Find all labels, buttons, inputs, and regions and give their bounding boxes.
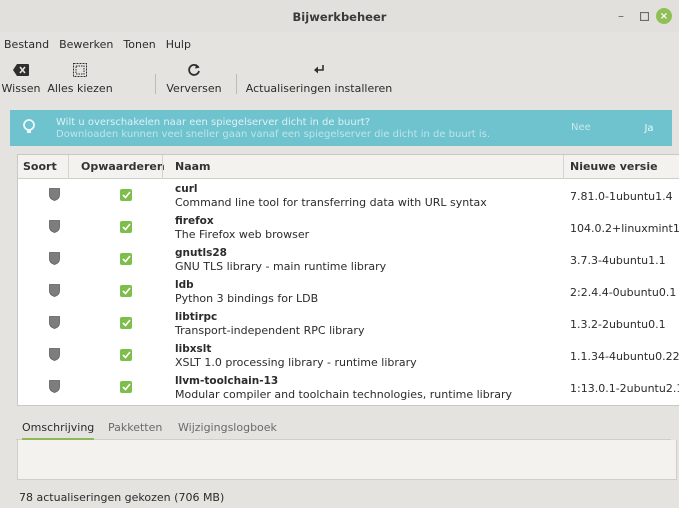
menu-bar: Bestand Bewerken Tonen Hulp bbox=[0, 36, 679, 54]
package-description: GNU TLS library - main runtime library bbox=[175, 260, 387, 273]
description-panel bbox=[17, 440, 677, 480]
column-header-name[interactable]: Naam bbox=[175, 155, 211, 179]
checkmark-icon bbox=[121, 287, 131, 295]
upgrade-checkbox[interactable] bbox=[120, 317, 132, 329]
column-divider bbox=[68, 155, 69, 179]
package-description: Python 3 bindings for LDB bbox=[175, 292, 319, 305]
checkmark-icon bbox=[121, 319, 131, 327]
details-tabs: Omschrijving Pakketten Wijzigingslogboek bbox=[16, 420, 671, 440]
table-row[interactable]: libxslt XSLT 1.0 processing library - run… bbox=[18, 340, 679, 372]
maximize-button[interactable] bbox=[636, 8, 652, 24]
clear-label: Wissen bbox=[1, 82, 41, 95]
table-header: Soort Opwaarderen Naam Nieuwe versie bbox=[18, 155, 679, 179]
menu-bewerken[interactable]: Bewerken bbox=[54, 36, 118, 54]
package-new-version: 3.7.3-4ubuntu1.1 bbox=[570, 254, 666, 267]
title-bar[interactable]: Bijwerkbeheer – × bbox=[0, 0, 679, 32]
package-description: Modular compiler and toolchain technolog… bbox=[175, 388, 512, 401]
close-button[interactable]: × bbox=[656, 8, 672, 24]
package-description: Transport-independent RPC library bbox=[175, 324, 365, 337]
package-new-version: 1.1.34-4ubuntu0.22. bbox=[570, 350, 679, 363]
install-arrow-icon bbox=[313, 60, 325, 80]
table-row[interactable]: curl Command line tool for transferring d… bbox=[18, 180, 679, 212]
upgrade-checkbox[interactable] bbox=[120, 381, 132, 393]
banner-no-button[interactable]: Nee bbox=[571, 122, 591, 133]
column-divider bbox=[563, 155, 564, 179]
status-text: 78 actualiseringen gekozen (706 MB) bbox=[19, 491, 225, 504]
table-row[interactable]: gnutls28 GNU TLS library - main runtime l… bbox=[18, 244, 679, 276]
window-title: Bijwerkbeheer bbox=[292, 10, 387, 24]
package-new-version: 1:13.0.1-2ubuntu2.1 bbox=[570, 382, 679, 395]
package-name: ldb bbox=[175, 279, 194, 291]
tab-description[interactable]: Omschrijving bbox=[22, 420, 95, 440]
toolbar: Wissen Alles kiezen Verversen Actualiser… bbox=[0, 60, 679, 102]
checkmark-icon bbox=[121, 351, 131, 359]
package-description: XSLT 1.0 processing library - runtime li… bbox=[175, 356, 417, 369]
package-type-shield-icon bbox=[49, 252, 60, 265]
package-name: libxslt bbox=[175, 343, 212, 355]
maximize-icon bbox=[639, 11, 649, 21]
package-new-version: 1.3.2-2ubuntu0.1 bbox=[570, 318, 666, 331]
banner-yes-button[interactable]: Ja bbox=[624, 118, 674, 138]
bulb-icon bbox=[23, 119, 35, 133]
update-manager-window: Bijwerkbeheer – × Bestand Bewerken Tonen… bbox=[0, 0, 679, 508]
install-updates-label: Actualiseringen installeren bbox=[245, 82, 393, 95]
toolbar-separator bbox=[236, 74, 237, 94]
checkmark-icon bbox=[121, 383, 131, 391]
tab-packages[interactable]: Pakketten bbox=[108, 420, 162, 440]
package-type-shield-icon bbox=[49, 380, 60, 393]
package-name: libtirpc bbox=[175, 311, 218, 323]
column-header-type[interactable]: Soort bbox=[23, 155, 57, 179]
select-all-label: Alles kiezen bbox=[47, 82, 113, 95]
refresh-label: Verversen bbox=[166, 82, 222, 95]
menu-bestand[interactable]: Bestand bbox=[0, 36, 54, 54]
package-type-shield-icon bbox=[49, 220, 60, 233]
menu-hulp[interactable]: Hulp bbox=[161, 36, 196, 54]
package-name: llvm-toolchain-13 bbox=[175, 375, 279, 387]
package-name: gnutls28 bbox=[175, 247, 227, 259]
banner-detail: Downloaden kunnen veel sneller gaan vana… bbox=[56, 129, 491, 140]
install-updates-button[interactable]: Actualiseringen installeren bbox=[244, 60, 394, 100]
package-description: Command line tool for transferring data … bbox=[175, 196, 487, 209]
column-header-upgrade[interactable]: Opwaarderen bbox=[81, 155, 165, 179]
minimize-button[interactable]: – bbox=[613, 8, 629, 24]
column-header-new-version[interactable]: Nieuwe versie bbox=[570, 155, 658, 179]
select-all-icon bbox=[73, 60, 87, 80]
column-divider bbox=[162, 155, 163, 179]
upgrade-checkbox[interactable] bbox=[120, 221, 132, 233]
package-name: curl bbox=[175, 183, 198, 195]
package-new-version: 7.81.0-1ubuntu1.4 bbox=[570, 190, 673, 203]
package-new-version: 2:2.4.4-0ubuntu0.1 bbox=[570, 286, 677, 299]
select-all-button[interactable]: Alles kiezen bbox=[46, 60, 114, 100]
checkmark-icon bbox=[121, 191, 131, 199]
package-type-shield-icon bbox=[49, 348, 60, 361]
upgrade-checkbox[interactable] bbox=[120, 285, 132, 297]
table-row[interactable]: llvm-toolchain-13 Modular compiler and to… bbox=[18, 372, 679, 404]
package-type-shield-icon bbox=[49, 284, 60, 297]
backspace-icon bbox=[13, 60, 29, 80]
upgrade-checkbox[interactable] bbox=[120, 189, 132, 201]
updates-table: Soort Opwaarderen Naam Nieuwe versie cur… bbox=[17, 154, 679, 406]
checkmark-icon bbox=[121, 255, 131, 263]
refresh-button[interactable]: Verversen bbox=[165, 60, 223, 100]
upgrade-checkbox[interactable] bbox=[120, 253, 132, 265]
mirror-info-banner: Wilt u overschakelen naar een spiegelser… bbox=[10, 110, 672, 146]
table-row[interactable]: ldb Python 3 bindings for LDB 2:2.4.4-0ubu… bbox=[18, 276, 679, 308]
clear-button[interactable]: Wissen bbox=[0, 60, 42, 100]
checkmark-icon bbox=[121, 223, 131, 231]
package-name: firefox bbox=[175, 215, 214, 227]
upgrade-checkbox[interactable] bbox=[120, 349, 132, 361]
table-row[interactable]: libtirpc Transport-independent RPC librar… bbox=[18, 308, 679, 340]
package-description: The Firefox web browser bbox=[175, 228, 310, 241]
package-new-version: 104.0.2+linuxmint1+ bbox=[570, 222, 679, 235]
refresh-icon bbox=[187, 60, 201, 80]
table-row[interactable]: firefox The Firefox web browser 104.0.2+li… bbox=[18, 212, 679, 244]
package-type-shield-icon bbox=[49, 316, 60, 329]
package-type-shield-icon bbox=[49, 188, 60, 201]
toolbar-separator bbox=[155, 74, 156, 94]
tab-changelog[interactable]: Wijzigingslogboek bbox=[178, 420, 277, 440]
banner-question: Wilt u overschakelen naar een spiegelser… bbox=[56, 117, 371, 128]
menu-tonen[interactable]: Tonen bbox=[118, 36, 160, 54]
